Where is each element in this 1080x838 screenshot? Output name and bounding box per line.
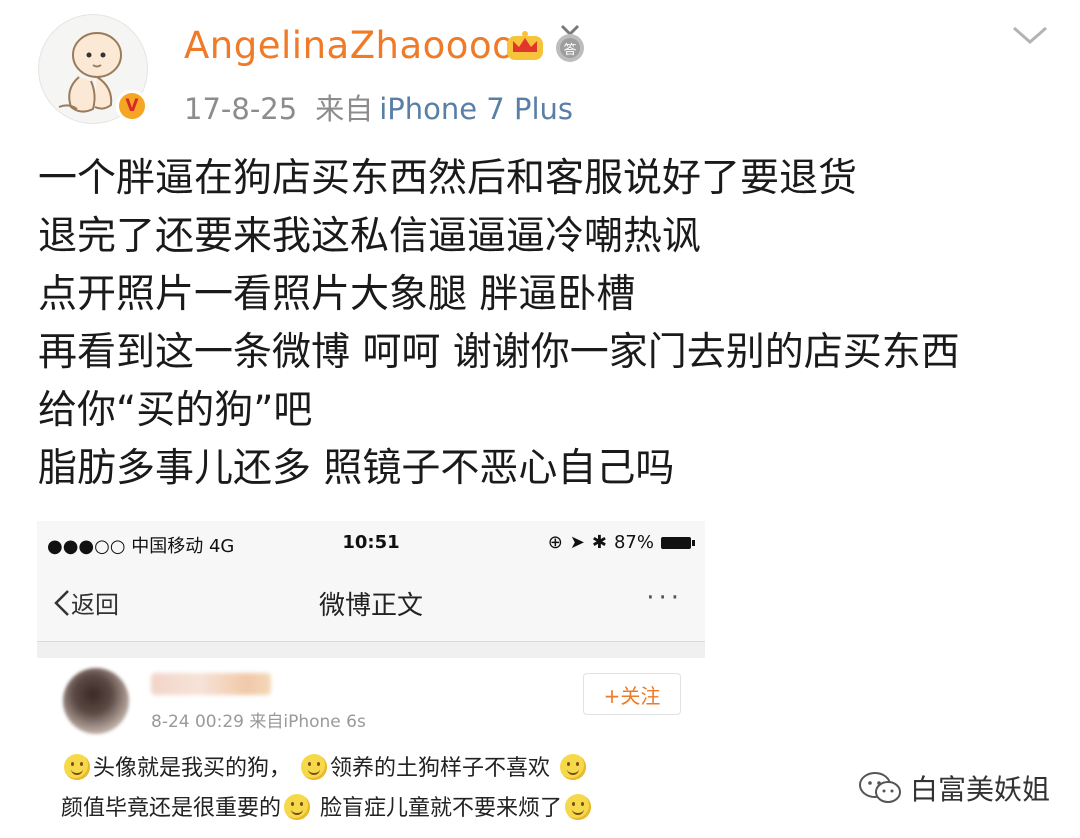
post-line: 一个胖逼在狗店买东西然后和客服说好了要退货 [38,156,858,201]
smile-emoji-icon [565,794,592,820]
smile-emoji-icon [284,794,311,820]
comment-text: 头像就是我买的狗， 领养的土狗样子不喜欢 颜值毕竟还是很重要的 脸盲症儿童就不要… [61,749,594,829]
watermark-text: 白富美妖姐 [910,773,1051,806]
nav-title: 微博正文 [318,591,423,621]
wechat-icon [859,772,901,803]
from-label: 来自 [315,92,374,126]
username[interactable]: AngelinaZhaoooo [184,24,515,67]
follow-button[interactable]: +关注 [583,673,681,715]
comment-segment: 颜值毕竟还是很重要的 [61,796,282,821]
post-meta: 17-8-25 来自 iPhone 7 Plus [184,86,573,128]
smile-emoji-icon [560,754,587,780]
more-button[interactable]: ··· [646,583,683,613]
nav-bar: 返回 微博正文 ··· [37,563,705,642]
post-line: 给你“买的狗”吧 [38,388,313,433]
embedded-screenshot[interactable]: ●●●○○ 中国移动 4G 10:51 ⊕ ➤ ✱ 87% 返回 微博正文 ··… [37,521,705,838]
comment-segment: 脸盲症儿童就不要来烦了 [320,796,563,821]
post-line: 再看到这一条微博 呵呵 谢谢你一家门去别的店买东西 [38,330,960,375]
commenter-name-blurred[interactable] [151,673,271,695]
status-bar: ●●●○○ 中国移动 4G 10:51 ⊕ ➤ ✱ 87% [37,521,705,563]
post-text: 一个胖逼在狗店买东西然后和客服说好了要退货 退完了还要来我这私信逼逼逼冷嘲热讽 … [38,150,1058,498]
comment-segment: 领养的土狗样子不喜欢 [330,756,551,781]
bluetooth-icon: ✱ [591,532,607,553]
post-date: 17-8-25 [184,92,298,126]
source-link[interactable]: iPhone 7 Plus [379,92,573,126]
comment-line: 头像就是我买的狗， 领养的土狗样子不喜欢 [61,749,594,789]
commenter-avatar[interactable] [63,668,129,734]
medal-icon[interactable]: 答 [552,24,588,64]
lock-rotation-icon: ⊕ [547,532,563,553]
comment-meta: 8-24 00:29 来自iPhone 6s [151,712,366,732]
smile-emoji-icon [64,754,90,780]
watermark: 白富美妖姐 [858,768,1050,808]
battery-icon [661,536,695,549]
svg-text:答: 答 [563,42,576,58]
location-icon: ➤ [569,532,585,553]
status-right: ⊕ ➤ ✱ 87% [547,532,695,553]
verified-badge: V [116,90,148,122]
post-line: 脂肪多事儿还多 照镜子不恶心自己吗 [38,446,675,491]
post-line: 点开照片一看照片大象腿 胖逼卧槽 [38,272,636,317]
crown-icon[interactable] [504,26,546,64]
comment-segment: 头像就是我买的狗， [93,756,292,781]
battery-percent: 87% [613,532,654,553]
chevron-down-icon[interactable] [1010,24,1050,48]
divider [37,642,705,658]
comment-line: 颜值毕竟还是很重要的 脸盲症儿童就不要来烦了 [61,789,594,829]
post-line: 退完了还要来我这私信逼逼逼冷嘲热讽 [38,214,702,259]
smile-emoji-icon [301,754,328,780]
